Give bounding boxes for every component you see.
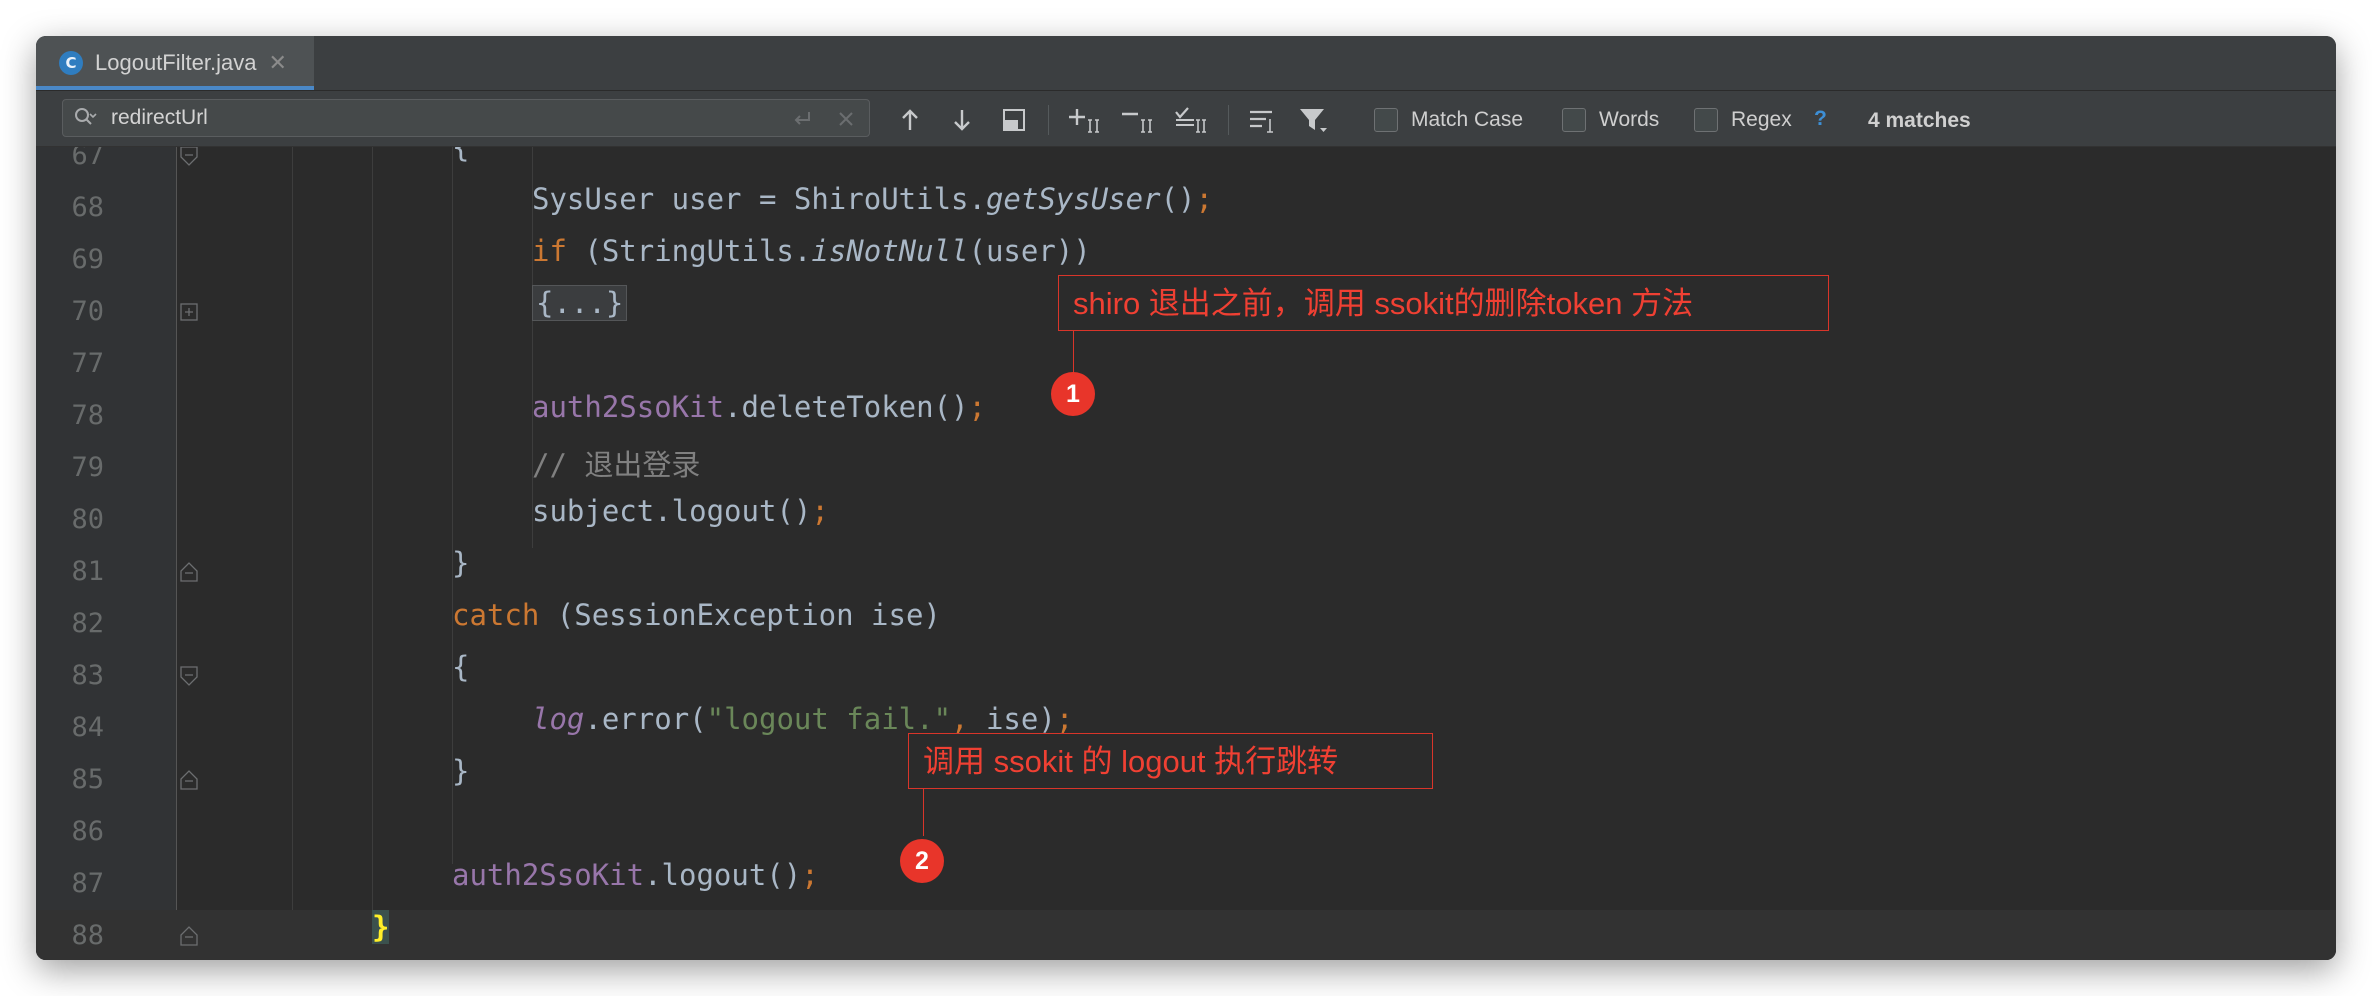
code-text: subject.logout(); <box>532 494 829 528</box>
code-line[interactable]: 68 SysUser user = ShiroUtils.getSysUser(… <box>36 182 2336 234</box>
code-line[interactable]: 79 // 退出登录 <box>36 442 2336 494</box>
checkbox-box[interactable] <box>1694 108 1718 132</box>
code-line[interactable]: 82 catch (SessionException ise) <box>36 598 2336 650</box>
fold-end-marker-icon[interactable] <box>180 562 198 582</box>
search-field[interactable] <box>62 99 870 137</box>
tab-label: LogoutFilter.java <box>95 50 257 75</box>
regex-label: Regex <box>1731 108 1792 131</box>
select-all-occurrences-button[interactable] <box>1000 106 1028 134</box>
code-text: auth2SsoKit.deleteToken(); <box>532 390 986 424</box>
new-line-icon[interactable] <box>791 108 813 130</box>
code-text: } <box>452 754 470 788</box>
filter-lines-icon <box>1250 110 1273 133</box>
checkbox-box[interactable] <box>1562 108 1586 132</box>
line-number: 79 <box>71 452 104 483</box>
code-line[interactable]: 87 auth2SsoKit.logout(); <box>36 858 2336 910</box>
matched-brace: } <box>372 910 390 944</box>
select-all-checked-icon <box>1175 107 1206 133</box>
ide-window: C LogoutFilter.java ✕ redirectUrl Match … <box>36 36 2336 960</box>
folded-region[interactable]: {...} <box>532 285 628 321</box>
code-text: { <box>452 650 470 684</box>
previous-occurrence-button[interactable] <box>896 106 924 134</box>
current-code-line[interactable]: 88 } <box>36 910 2336 960</box>
code-line[interactable]: 77 <box>36 338 2336 390</box>
fold-marker-icon[interactable] <box>180 666 198 686</box>
code-line[interactable]: 86 <box>36 806 2336 858</box>
code-text: catch (SessionException ise) <box>452 598 941 632</box>
line-number: 69 <box>71 244 104 275</box>
match-count: 4 matches <box>1868 109 1971 132</box>
line-number: 82 <box>71 608 104 639</box>
code-line[interactable]: 80 subject.logout(); <box>36 494 2336 546</box>
line-number: 70 <box>71 296 104 327</box>
words-label: Words <box>1599 108 1660 131</box>
words-checkbox[interactable]: Words <box>1562 108 1659 132</box>
line-number: 68 <box>71 192 104 223</box>
code-text: if (StringUtils.isNotNull(user)) <box>532 234 1091 268</box>
add-selection-button[interactable] <box>1068 106 1099 134</box>
filter-button[interactable] <box>1298 106 1327 134</box>
annotation-callout: shiro 退出之前，调用 ssokit的删除token 方法 <box>1058 275 1829 331</box>
fold-marker-icon[interactable] <box>180 147 198 166</box>
annotation-callout: 调用 ssokit 的 logout 执行跳转 <box>908 733 1433 789</box>
close-tab-icon[interactable]: ✕ <box>268 51 286 76</box>
arrow-up-icon <box>902 109 918 130</box>
line-number: 67 <box>71 147 104 171</box>
toolbar-separator <box>1048 105 1049 135</box>
match-case-checkbox[interactable]: Match Case <box>1374 108 1523 132</box>
code-line[interactable]: 81 } <box>36 546 2336 598</box>
select-all-checked-button[interactable] <box>1174 106 1206 134</box>
java-class-icon: C <box>59 51 83 75</box>
find-toolbar: Match Case Words Regex ? 4 matches <box>36 91 2336 147</box>
folded-code-block[interactable]: {...} <box>532 285 628 338</box>
regex-help-icon[interactable]: ? <box>1814 107 1827 131</box>
add-selection-icon <box>1069 109 1099 133</box>
editor-tab-bar: C LogoutFilter.java ✕ <box>36 36 2336 91</box>
search-history-icon[interactable] <box>73 106 97 130</box>
line-number: 80 <box>71 504 104 535</box>
code-line[interactable]: 83 { <box>36 650 2336 702</box>
annotation-leader-line <box>923 788 924 836</box>
arrow-down-icon <box>954 110 970 131</box>
code-text: } <box>372 910 390 960</box>
search-input[interactable] <box>111 105 651 131</box>
tab-logoutfilter-java[interactable]: C LogoutFilter.java ✕ <box>36 36 314 90</box>
annotation-leader-line <box>1073 330 1074 374</box>
code-editor[interactable]: 67 { 68 SysUser user = ShiroUtils.getSys… <box>36 147 2336 960</box>
line-number: 88 <box>71 920 104 951</box>
code-text: SysUser user = ShiroUtils.getSysUser(); <box>532 182 1213 216</box>
fold-end-marker-icon[interactable] <box>180 770 198 790</box>
expand-fold-icon[interactable] <box>180 302 198 322</box>
line-number: 86 <box>71 816 104 847</box>
code-text: { <box>452 147 470 164</box>
active-tab-indicator <box>36 86 314 90</box>
match-case-label: Match Case <box>1411 108 1524 131</box>
annotation-badge: 1 <box>1051 372 1095 416</box>
fold-end-marker-icon[interactable] <box>180 926 198 946</box>
checkbox-box[interactable] <box>1374 108 1398 132</box>
code-line[interactable]: 67 { <box>36 147 2336 182</box>
filter-lines-button[interactable] <box>1248 106 1276 134</box>
line-number: 85 <box>71 764 104 795</box>
line-number: 81 <box>71 556 104 587</box>
annotation-badge: 2 <box>900 839 944 883</box>
line-number: 84 <box>71 712 104 743</box>
code-text: auth2SsoKit.logout(); <box>452 858 819 892</box>
line-number: 77 <box>71 348 104 379</box>
line-number: 83 <box>71 660 104 691</box>
select-all-occurrences-icon <box>1003 109 1025 131</box>
toolbar-separator <box>1228 105 1229 135</box>
line-number: 87 <box>71 868 104 899</box>
code-comment: // 退出登录 <box>532 448 701 482</box>
remove-selection-icon <box>1122 112 1152 133</box>
code-text: } <box>452 546 470 580</box>
line-number: 78 <box>71 400 104 431</box>
clear-search-icon[interactable] <box>835 108 857 130</box>
regex-checkbox[interactable]: Regex <box>1694 108 1792 132</box>
next-occurrence-button[interactable] <box>948 106 976 134</box>
remove-selection-button[interactable] <box>1121 106 1152 134</box>
code-line[interactable]: 78 auth2SsoKit.deleteToken(); <box>36 390 2336 442</box>
filter-icon <box>1300 109 1327 132</box>
